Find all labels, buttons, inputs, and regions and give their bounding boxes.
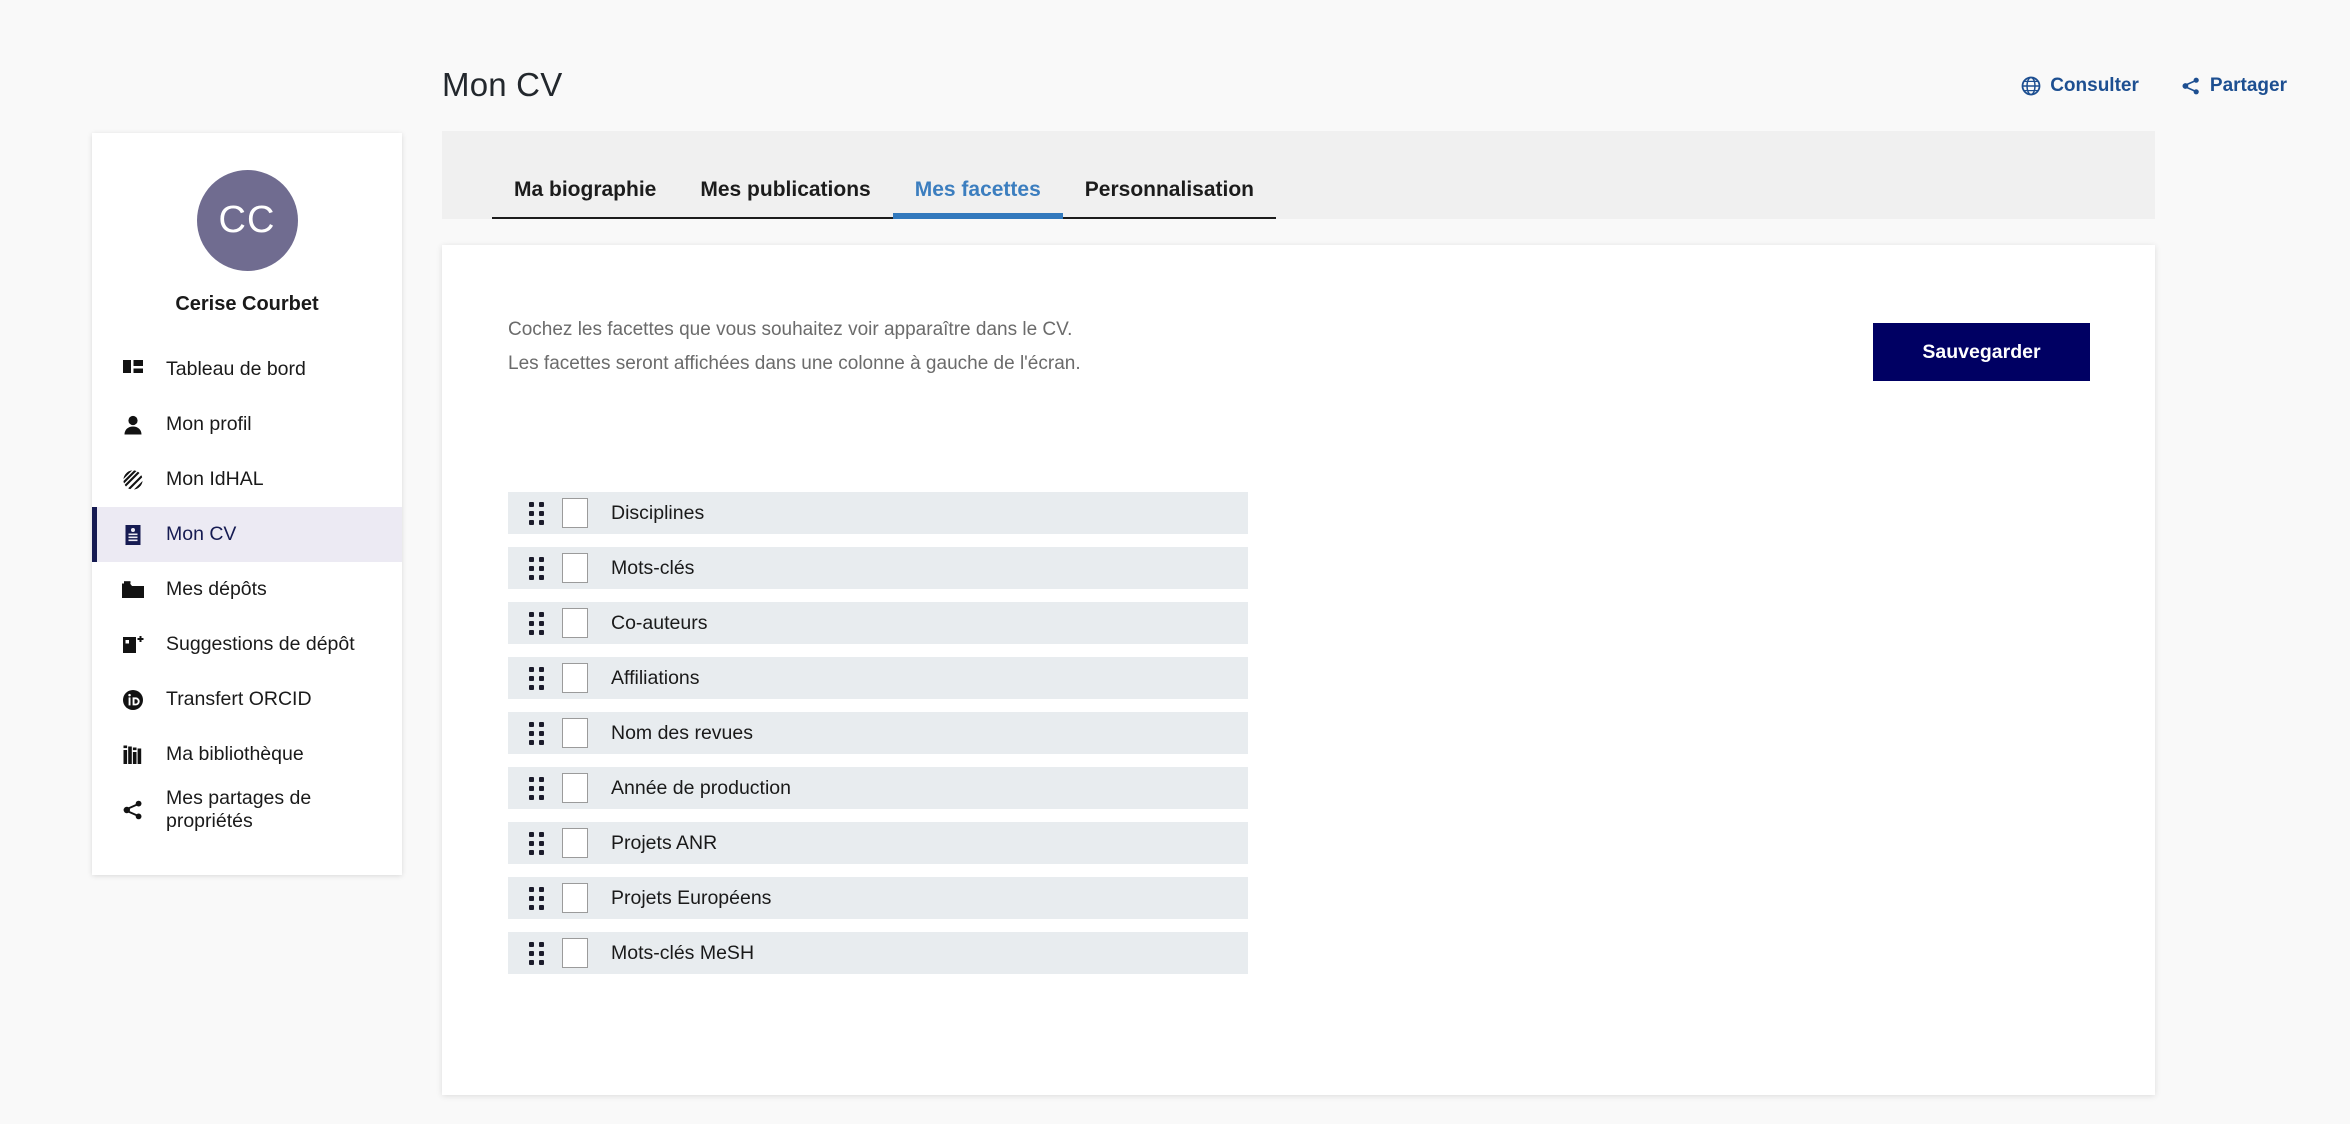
facet-checkbox[interactable] <box>562 773 588 803</box>
avatar: CC <box>196 170 298 271</box>
drag-handle-icon[interactable] <box>529 556 544 580</box>
sidebar-item-mes-partages-de-proprietes[interactable]: Mes partages de propriétés <box>92 782 402 837</box>
page-title: Mon CV <box>442 66 563 103</box>
facet-row-mots-cles[interactable]: Mots-clés <box>508 547 1248 589</box>
user-icon <box>120 414 146 436</box>
drag-handle-icon[interactable] <box>529 721 544 745</box>
facet-row-projets-anr[interactable]: Projets ANR <box>508 822 1248 864</box>
drag-handle-icon[interactable] <box>529 666 544 690</box>
facet-checkbox[interactable] <box>562 608 588 638</box>
facet-label: Co-auteurs <box>611 611 708 634</box>
header-actions: Consulter Partager <box>2021 75 2287 97</box>
avatar-wrapper: CC <box>92 133 402 271</box>
drag-handle-icon[interactable] <box>529 831 544 855</box>
sidebar-item-mon-cv[interactable]: Mon CV <box>92 507 402 562</box>
facet-row-co-auteurs[interactable]: Co-auteurs <box>508 602 1248 644</box>
facet-label: Nom des revues <box>611 721 753 744</box>
top-header: Mon CV Consulter Partager <box>0 0 2350 128</box>
facet-label: Affiliations <box>611 666 700 689</box>
facet-checkbox[interactable] <box>562 663 588 693</box>
facet-row-disciplines[interactable]: Disciplines <box>508 492 1248 534</box>
app-root: Mon CV Consulter Partager CC Cerise Cour… <box>0 0 2350 1124</box>
sidebar-item-label: Mes partages de propriétés <box>166 786 312 832</box>
drag-handle-icon[interactable] <box>529 611 544 635</box>
tab-ma-biographie[interactable]: Ma biographie <box>492 178 679 219</box>
document-plus-icon <box>120 634 146 656</box>
orcid-icon <box>120 689 146 711</box>
intro-line-2: Les facettes seront affichées dans une c… <box>508 353 1081 374</box>
cv-document-icon <box>120 524 146 546</box>
consulter-link[interactable]: Consulter <box>2021 75 2139 97</box>
intro-text: Cochez les facettes que vous souhaitez v… <box>508 313 1081 381</box>
drag-handle-icon[interactable] <box>529 776 544 800</box>
sidebar-item-label: Tableau de bord <box>166 358 306 380</box>
save-button[interactable]: Sauvegarder <box>1873 323 2090 381</box>
sidebar-item-label: Suggestions de dépôt <box>166 633 355 655</box>
sidebar-item-suggestions-de-depot[interactable]: Suggestions de dépôt <box>92 617 402 672</box>
globe-icon <box>2021 76 2041 96</box>
sidebar-item-label: Mon IdHAL <box>166 468 264 490</box>
sidebar-item-label: Mon profil <box>166 413 252 435</box>
share-icon <box>2181 76 2201 96</box>
facet-checkbox[interactable] <box>562 828 588 858</box>
user-name: Cerise Courbet <box>175 293 319 315</box>
drag-handle-icon[interactable] <box>529 501 544 525</box>
sidebar-item-label: Transfert ORCID <box>166 688 312 710</box>
sidebar-item-ma-bibliotheque[interactable]: Ma bibliothèque <box>92 727 402 782</box>
dashboard-icon <box>120 359 146 381</box>
share-icon <box>120 799 146 821</box>
tab-mes-facettes[interactable]: Mes facettes <box>892 178 1063 219</box>
partager-link[interactable]: Partager <box>2181 75 2287 97</box>
sidebar-item-tableau-de-bord[interactable]: Tableau de bord <box>92 342 402 397</box>
hal-logo-icon <box>120 469 146 491</box>
facet-checkbox[interactable] <box>562 553 588 583</box>
tab-bar: Ma biographie Mes publications Mes facet… <box>442 131 2155 219</box>
sidebar-item-transfert-orcid[interactable]: Transfert ORCID <box>92 672 402 727</box>
facet-row-affiliations[interactable]: Affiliations <box>508 657 1248 699</box>
consulter-label: Consulter <box>2050 75 2139 96</box>
facet-row-mots-cles-mesh[interactable]: Mots-clés MeSH <box>508 932 1248 974</box>
books-icon <box>120 744 146 766</box>
facet-row-nom-des-revues[interactable]: Nom des revues <box>508 712 1248 754</box>
content-panel: Cochez les facettes que vous souhaitez v… <box>442 245 2155 1095</box>
sidebar-item-label: Mon CV <box>166 523 237 545</box>
facet-row-projets-europeens[interactable]: Projets Européens <box>508 877 1248 919</box>
facet-label: Mots-clés <box>611 556 695 579</box>
folder-icon <box>120 579 146 601</box>
intro-line-1: Cochez les facettes que vous souhaitez v… <box>508 319 1073 340</box>
facet-list: Disciplines Mots-clés Co-auteurs Affilia… <box>508 492 1248 987</box>
sidebar-item-mon-profil[interactable]: Mon profil <box>92 397 402 452</box>
sidebar-item-label: Mes dépôts <box>166 578 267 600</box>
sidebar-item-label: Ma bibliothèque <box>166 743 304 765</box>
tab-mes-publications[interactable]: Mes publications <box>678 178 894 219</box>
facet-checkbox[interactable] <box>562 938 588 968</box>
tab-personnalisation[interactable]: Personnalisation <box>1062 178 1277 219</box>
facet-label: Projets ANR <box>611 831 718 854</box>
facet-row-annee-de-production[interactable]: Année de production <box>508 767 1248 809</box>
facet-label: Année de production <box>611 776 791 799</box>
facet-checkbox[interactable] <box>562 498 588 528</box>
sidebar-item-mon-idhal[interactable]: Mon IdHAL <box>92 452 402 507</box>
facet-checkbox[interactable] <box>562 883 588 913</box>
drag-handle-icon[interactable] <box>529 886 544 910</box>
drag-handle-icon[interactable] <box>529 941 544 965</box>
facet-label: Projets Européens <box>611 886 772 909</box>
sidebar: CC Cerise Courbet Tableau de bord Mon pr… <box>92 133 402 875</box>
facet-checkbox[interactable] <box>562 718 588 748</box>
facet-label: Mots-clés MeSH <box>611 941 755 964</box>
sidebar-item-mes-depots[interactable]: Mes dépôts <box>92 562 402 617</box>
facet-label: Disciplines <box>611 501 705 524</box>
partager-label: Partager <box>2209 75 2287 96</box>
sidebar-nav: Tableau de bord Mon profil Mon IdHAL Mon… <box>92 342 402 837</box>
